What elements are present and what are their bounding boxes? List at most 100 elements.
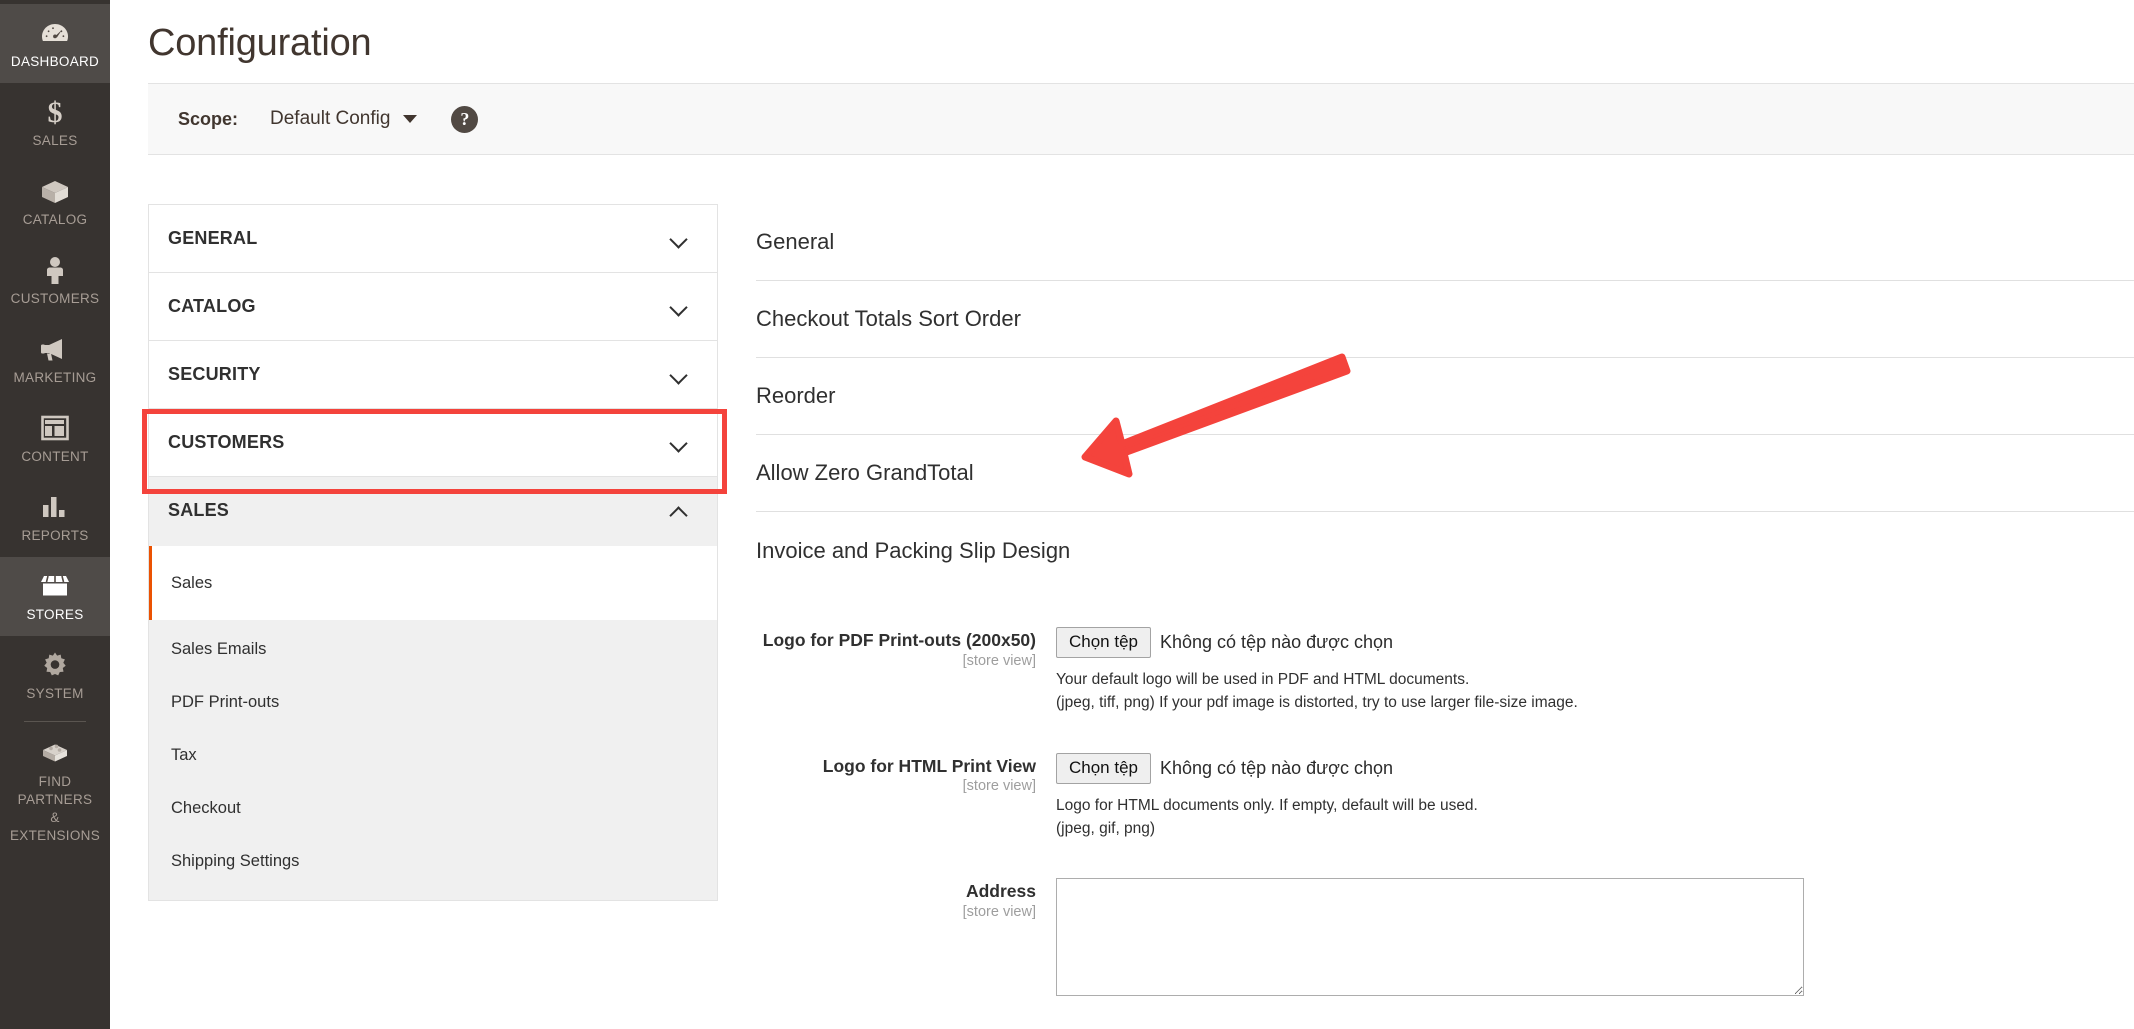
chevron-down-icon bbox=[671, 367, 687, 383]
dashboard-icon bbox=[4, 18, 106, 48]
menu-item-stores[interactable]: STORES bbox=[0, 557, 110, 636]
config-section-label: SECURITY bbox=[168, 364, 261, 384]
svg-text:$: $ bbox=[48, 97, 63, 127]
scope-selected-value: Default Config bbox=[270, 108, 391, 129]
config-section-header-customers[interactable]: CUSTOMERS bbox=[149, 409, 717, 476]
content-section-allow-zero-grandtotal[interactable]: Allow Zero GrandTotal bbox=[756, 435, 2134, 512]
config-nav: GENERAL CATALOG SECURITY CUSTOMERS SALES… bbox=[148, 204, 718, 901]
menu-item-label: FIND PARTNERS & EXTENSIONS bbox=[9, 774, 101, 843]
megaphone-icon bbox=[4, 334, 106, 364]
invoice-packing-slip-fieldset: Logo for PDF Print-outs (200x50) [store … bbox=[756, 589, 2134, 1029]
menu-item-customers[interactable]: CUSTOMERS bbox=[0, 241, 110, 320]
menu-item-dashboard[interactable]: DASHBOARD bbox=[0, 4, 110, 83]
menu-divider bbox=[24, 721, 86, 722]
scope-switcher[interactable]: Default Config bbox=[270, 108, 418, 130]
menu-item-label: CATALOG bbox=[22, 212, 88, 227]
config-nav-item-tax[interactable]: Tax bbox=[149, 729, 717, 782]
config-nav-item-shipping-settings[interactable]: Shipping Settings bbox=[149, 835, 717, 888]
field-scope-text: [store view] bbox=[962, 904, 1036, 921]
admin-page: DASHBOARD $ SALES CATALOG CUSTOMERS MARK… bbox=[0, 0, 2134, 1029]
page-container: Configuration Scope: Default Config ? GE… bbox=[110, 0, 2134, 1029]
menu-item-label: REPORTS bbox=[21, 528, 89, 543]
menu-item-label: SALES bbox=[32, 133, 78, 148]
menu-item-catalog[interactable]: CATALOG bbox=[0, 162, 110, 241]
field-note-line: (jpeg, gif, png) bbox=[1056, 819, 1156, 837]
content-section-reorder[interactable]: Reorder bbox=[756, 358, 2134, 435]
scope-bar: Scope: Default Config ? bbox=[148, 83, 2134, 155]
scope-label: Scope: bbox=[178, 108, 239, 129]
file-status-text: Không có tệp nào được chọn bbox=[1160, 757, 1394, 778]
config-section-header-catalog[interactable]: CATALOG bbox=[149, 273, 717, 340]
field-label: Logo for PDF Print-outs (200x50) [store … bbox=[756, 625, 1056, 669]
menu-item-sales[interactable]: $ SALES bbox=[0, 83, 110, 162]
chevron-up-icon bbox=[671, 503, 687, 519]
menu-item-label: DASHBOARD bbox=[10, 54, 100, 69]
config-content-column: General Checkout Totals Sort Order Reord… bbox=[718, 204, 2134, 1029]
field-note-line: Your default logo will be used in PDF an… bbox=[1056, 671, 1470, 689]
file-input-pdf-logo[interactable]: Chọn tệp Không có tệp nào được chọn bbox=[1056, 627, 2134, 659]
storefront-icon bbox=[4, 571, 106, 601]
chevron-down-icon bbox=[403, 115, 418, 123]
menu-item-label: CONTENT bbox=[21, 449, 89, 464]
config-nav-item-checkout[interactable]: Checkout bbox=[149, 782, 717, 835]
menu-item-label: CUSTOMERS bbox=[10, 291, 100, 306]
content-section-title: Reorder bbox=[756, 383, 836, 408]
config-nav-item-label: Checkout bbox=[171, 799, 241, 817]
content-section-title: Allow Zero GrandTotal bbox=[756, 460, 974, 485]
field-label-text: Address bbox=[965, 881, 1036, 902]
config-nav-item-sales[interactable]: Sales bbox=[149, 546, 717, 620]
config-nav-item-label: Sales Emails bbox=[171, 640, 267, 658]
config-section-general: GENERAL bbox=[149, 205, 717, 273]
person-icon bbox=[4, 255, 106, 285]
chevron-down-icon bbox=[671, 231, 687, 247]
field-note: Logo for HTML documents only. If empty, … bbox=[1056, 794, 2134, 841]
menu-item-find-partners-extensions[interactable]: FIND PARTNERS & EXTENSIONS bbox=[0, 724, 110, 857]
menu-item-system[interactable]: SYSTEM bbox=[0, 636, 110, 715]
config-nav-item-label: Tax bbox=[171, 746, 197, 764]
config-nav-item-label: PDF Print-outs bbox=[171, 693, 280, 711]
file-input-html-logo[interactable]: Chọn tệp Không có tệp nào được chọn bbox=[1056, 752, 2134, 784]
page-header: Configuration bbox=[110, 0, 2134, 83]
address-textarea[interactable] bbox=[1056, 878, 1804, 997]
help-icon[interactable]: ? bbox=[451, 105, 479, 133]
choose-file-button[interactable]: Chọn tệp bbox=[1056, 627, 1151, 659]
config-nav-item-sales-emails[interactable]: Sales Emails bbox=[149, 623, 717, 676]
choose-file-button[interactable]: Chọn tệp bbox=[1056, 752, 1151, 784]
field-note: Your default logo will be used in PDF an… bbox=[1056, 668, 2134, 715]
menu-item-marketing[interactable]: MARKETING bbox=[0, 320, 110, 399]
config-nav-column: GENERAL CATALOG SECURITY CUSTOMERS SALES… bbox=[148, 204, 718, 1029]
menu-item-content[interactable]: CONTENT bbox=[0, 399, 110, 478]
config-nav-item-pdf-print-outs[interactable]: PDF Print-outs bbox=[149, 676, 717, 729]
content-section-title: Invoice and Packing Slip Design bbox=[756, 537, 1071, 563]
content-section-checkout-totals-sort-order[interactable]: Checkout Totals Sort Order bbox=[756, 281, 2134, 358]
content-section-invoice-and-packing-slip-design[interactable]: Invoice and Packing Slip Design bbox=[756, 512, 2134, 589]
config-section-header-sales[interactable]: SALES bbox=[149, 477, 717, 544]
dollar-icon: $ bbox=[4, 97, 106, 127]
content-section-title: General bbox=[756, 229, 835, 254]
field-logo-for-html-print-view: Logo for HTML Print View [store view] Ch… bbox=[756, 751, 2134, 841]
config-section-label: SALES bbox=[168, 500, 230, 520]
field-scope-text: [store view] bbox=[962, 778, 1036, 795]
bar-chart-icon bbox=[4, 492, 106, 522]
menu-item-label: MARKETING bbox=[13, 370, 97, 385]
field-address: Address [store view] bbox=[756, 876, 2134, 1001]
content-section-general[interactable]: General bbox=[756, 204, 2134, 281]
config-section-sales: SALES Sales Sales Emails PDF Print-outs … bbox=[149, 477, 717, 900]
menu-item-reports[interactable]: REPORTS bbox=[0, 478, 110, 557]
config-section-header-security[interactable]: SECURITY bbox=[149, 341, 717, 408]
config-subnav-sales: Sales Sales Emails PDF Print-outs Tax Ch… bbox=[149, 544, 717, 900]
field-label-text: Logo for HTML Print View bbox=[822, 755, 1036, 776]
field-control: Chọn tệp Không có tệp nào được chọn Logo… bbox=[1056, 751, 2134, 841]
config-section-security: SECURITY bbox=[149, 341, 717, 409]
config-section-header-general[interactable]: GENERAL bbox=[149, 205, 717, 272]
field-note-line: (jpeg, tiff, png) If your pdf image is d… bbox=[1056, 694, 1578, 712]
chevron-down-icon bbox=[671, 299, 687, 315]
layout-icon bbox=[4, 413, 106, 443]
page-columns: GENERAL CATALOG SECURITY CUSTOMERS SALES… bbox=[110, 155, 2134, 1029]
menu-item-label: SYSTEM bbox=[26, 686, 84, 701]
config-section-customers: CUSTOMERS bbox=[149, 409, 717, 477]
field-control: Chọn tệp Không có tệp nào được chọn Your… bbox=[1056, 625, 2134, 715]
field-note-line: Logo for HTML documents only. If empty, … bbox=[1056, 796, 1478, 814]
field-label: Address [store view] bbox=[756, 876, 1056, 920]
page-title: Configuration bbox=[148, 22, 372, 64]
